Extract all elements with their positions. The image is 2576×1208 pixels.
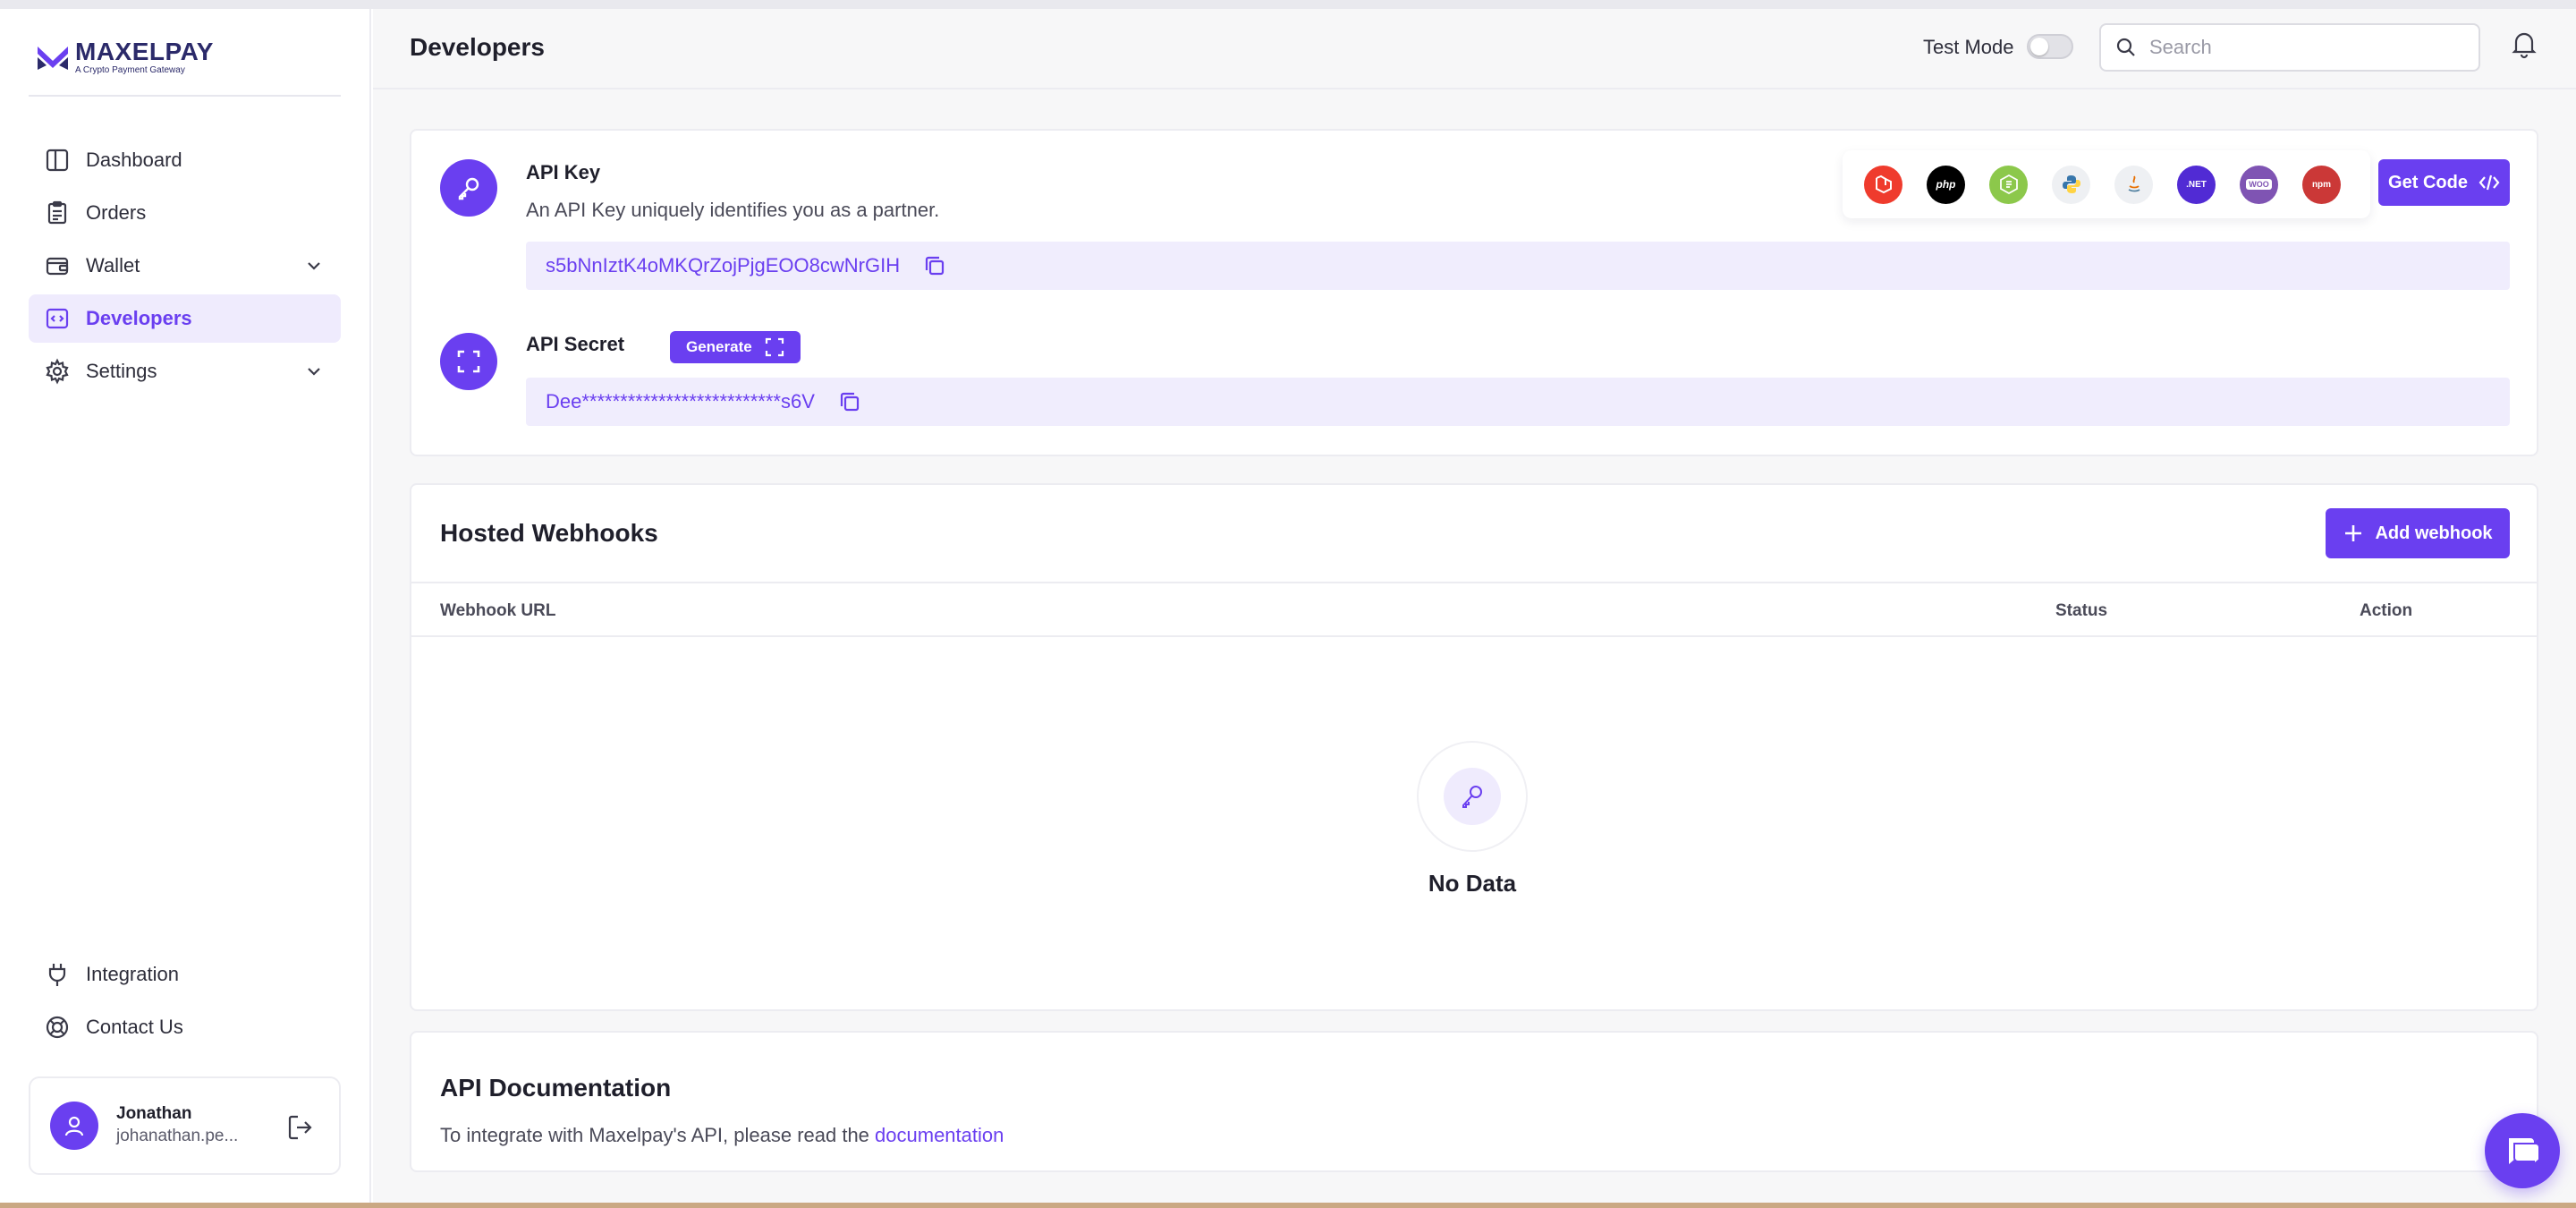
sidebar-item-dashboard[interactable]: Dashboard <box>29 136 341 184</box>
page-header: Developers Test Mode <box>373 9 2576 89</box>
sidebar: MAXELPAY A Crypto Payment Gateway Dashbo… <box>0 9 371 1208</box>
python-icon[interactable] <box>2052 165 2090 204</box>
search-input[interactable] <box>2149 36 2453 59</box>
bell-icon[interactable] <box>2509 29 2539 59</box>
logout-icon[interactable] <box>285 1112 316 1143</box>
brand-logo[interactable]: MAXELPAY A Crypto Payment Gateway <box>36 39 214 75</box>
api-key-field: s5bNnIztK4oMKQrZojPjgEOO8cwNrGIH <box>526 242 2510 290</box>
chevron-down-icon[interactable] <box>303 255 325 276</box>
expand-icon <box>765 337 784 357</box>
api-credentials-card: API Key An API Key uniquely identifies y… <box>410 129 2538 456</box>
lifebuoy-icon <box>43 1013 72 1042</box>
sidebar-item-label: Orders <box>86 201 147 224</box>
user-card: Jonathan johanathan.pe... <box>29 1076 341 1175</box>
search-icon <box>2116 38 2135 56</box>
plug-icon <box>43 960 72 989</box>
php-icon[interactable]: php <box>1927 165 1965 204</box>
docs-title: API Documentation <box>440 1074 672 1102</box>
empty-state-illustration <box>1417 741 1528 852</box>
api-key-value[interactable]: s5bNnIztK4oMKQrZojPjgEOO8cwNrGIH <box>546 254 900 277</box>
api-documentation-card: API Documentation To integrate with Maxe… <box>410 1031 2538 1172</box>
page-title: Developers <box>410 33 545 61</box>
gear-icon <box>43 357 72 386</box>
empty-state-text: No Data <box>1428 870 1517 897</box>
chevron-down-icon[interactable] <box>303 361 325 382</box>
sidebar-item-label: Wallet <box>86 254 140 276</box>
column-webhook-url: Webhook URL <box>440 601 556 620</box>
search-box <box>2099 23 2480 72</box>
scan-icon <box>440 333 497 390</box>
nodejs-icon[interactable] <box>1989 165 2028 204</box>
docs-intro: To integrate with Maxelpay's API, please… <box>440 1124 876 1146</box>
sidebar-item-label: Developers <box>86 307 192 329</box>
sidebar-bottom-nav: Integration Contact Us <box>29 950 341 1056</box>
key-icon <box>1462 786 1482 808</box>
window-bottom-edge <box>0 1203 2576 1208</box>
generate-button[interactable]: Generate <box>670 331 801 363</box>
npm-icon[interactable]: npm <box>2302 165 2341 204</box>
column-status: Status <box>2055 601 2108 620</box>
api-key-description: An API Key uniquely identifies you as a … <box>526 199 940 221</box>
get-code-label: Get Code <box>2388 172 2468 192</box>
java-icon[interactable] <box>2114 165 2153 204</box>
logo-divider <box>29 95 341 97</box>
copy-icon[interactable] <box>923 254 946 277</box>
window-top-edge <box>0 0 2576 9</box>
code-icon <box>43 304 72 333</box>
sidebar-item-developers[interactable]: Developers <box>29 294 341 343</box>
layout-icon <box>43 146 72 174</box>
brand-tagline: A Crypto Payment Gateway <box>75 65 185 75</box>
woocommerce-icon[interactable]: WOO <box>2240 165 2278 204</box>
main-content: Developers Test Mode API Key An API Key … <box>373 9 2576 1208</box>
docs-text: To integrate with Maxelpay's API, please… <box>440 1124 1004 1147</box>
wallet-icon <box>43 251 72 280</box>
sidebar-item-label: Dashboard <box>86 149 182 171</box>
api-key-title: API Key <box>526 161 601 183</box>
dotnet-icon[interactable]: .NET <box>2177 165 2216 204</box>
add-webhook-label: Add webhook <box>2375 523 2493 543</box>
toggle-knob <box>2030 38 2048 55</box>
chat-bubble-icon <box>2509 1138 2540 1167</box>
code-brackets-icon <box>2479 174 2500 191</box>
webhooks-card: Hosted Webhooks Add webhook Webhook URL … <box>410 483 2538 1011</box>
sidebar-item-contact-us[interactable]: Contact Us <box>29 1003 341 1051</box>
maxelpay-logo-icon <box>38 47 68 70</box>
sidebar-item-label: Settings <box>86 360 157 382</box>
user-name: Jonathan <box>116 1104 192 1124</box>
user-icon <box>64 1116 84 1136</box>
generate-label: Generate <box>686 338 752 355</box>
key-icon <box>440 159 497 217</box>
webhooks-title: Hosted Webhooks <box>440 519 658 547</box>
chat-button[interactable] <box>2485 1113 2560 1188</box>
clipboard-icon <box>43 199 72 227</box>
documentation-link[interactable]: documentation <box>875 1124 1004 1146</box>
sidebar-nav: Dashboard Orders Wallet Developers Setti… <box>29 136 341 400</box>
test-mode-label: Test Mode <box>1923 36 2014 58</box>
sidebar-item-label: Contact Us <box>86 1016 183 1038</box>
api-secret-title: API Secret <box>526 333 625 355</box>
brand-name: MAXELPAY <box>75 38 214 65</box>
get-code-button[interactable]: Get Code <box>2378 159 2510 206</box>
user-email: johanathan.pe... <box>116 1127 239 1145</box>
laravel-icon[interactable] <box>1864 165 1902 204</box>
plus-icon <box>2345 525 2362 541</box>
copy-icon[interactable] <box>838 390 861 413</box>
sidebar-item-integration[interactable]: Integration <box>29 950 341 999</box>
api-secret-field: Dee**************************s6V <box>526 378 2510 426</box>
language-selector: php .NET WOO npm <box>1843 150 2370 218</box>
sidebar-item-settings[interactable]: Settings <box>29 347 341 396</box>
column-action: Action <box>2360 601 2413 620</box>
add-webhook-button[interactable]: Add webhook <box>2326 508 2510 558</box>
api-secret-value: Dee**************************s6V <box>546 390 815 413</box>
test-mode-toggle[interactable] <box>2027 34 2073 59</box>
sidebar-item-wallet[interactable]: Wallet <box>29 242 341 290</box>
sidebar-item-label: Integration <box>86 963 179 985</box>
webhooks-table-header: Webhook URL Status Action <box>411 582 2537 637</box>
avatar[interactable] <box>50 1102 98 1150</box>
sidebar-item-orders[interactable]: Orders <box>29 189 341 237</box>
